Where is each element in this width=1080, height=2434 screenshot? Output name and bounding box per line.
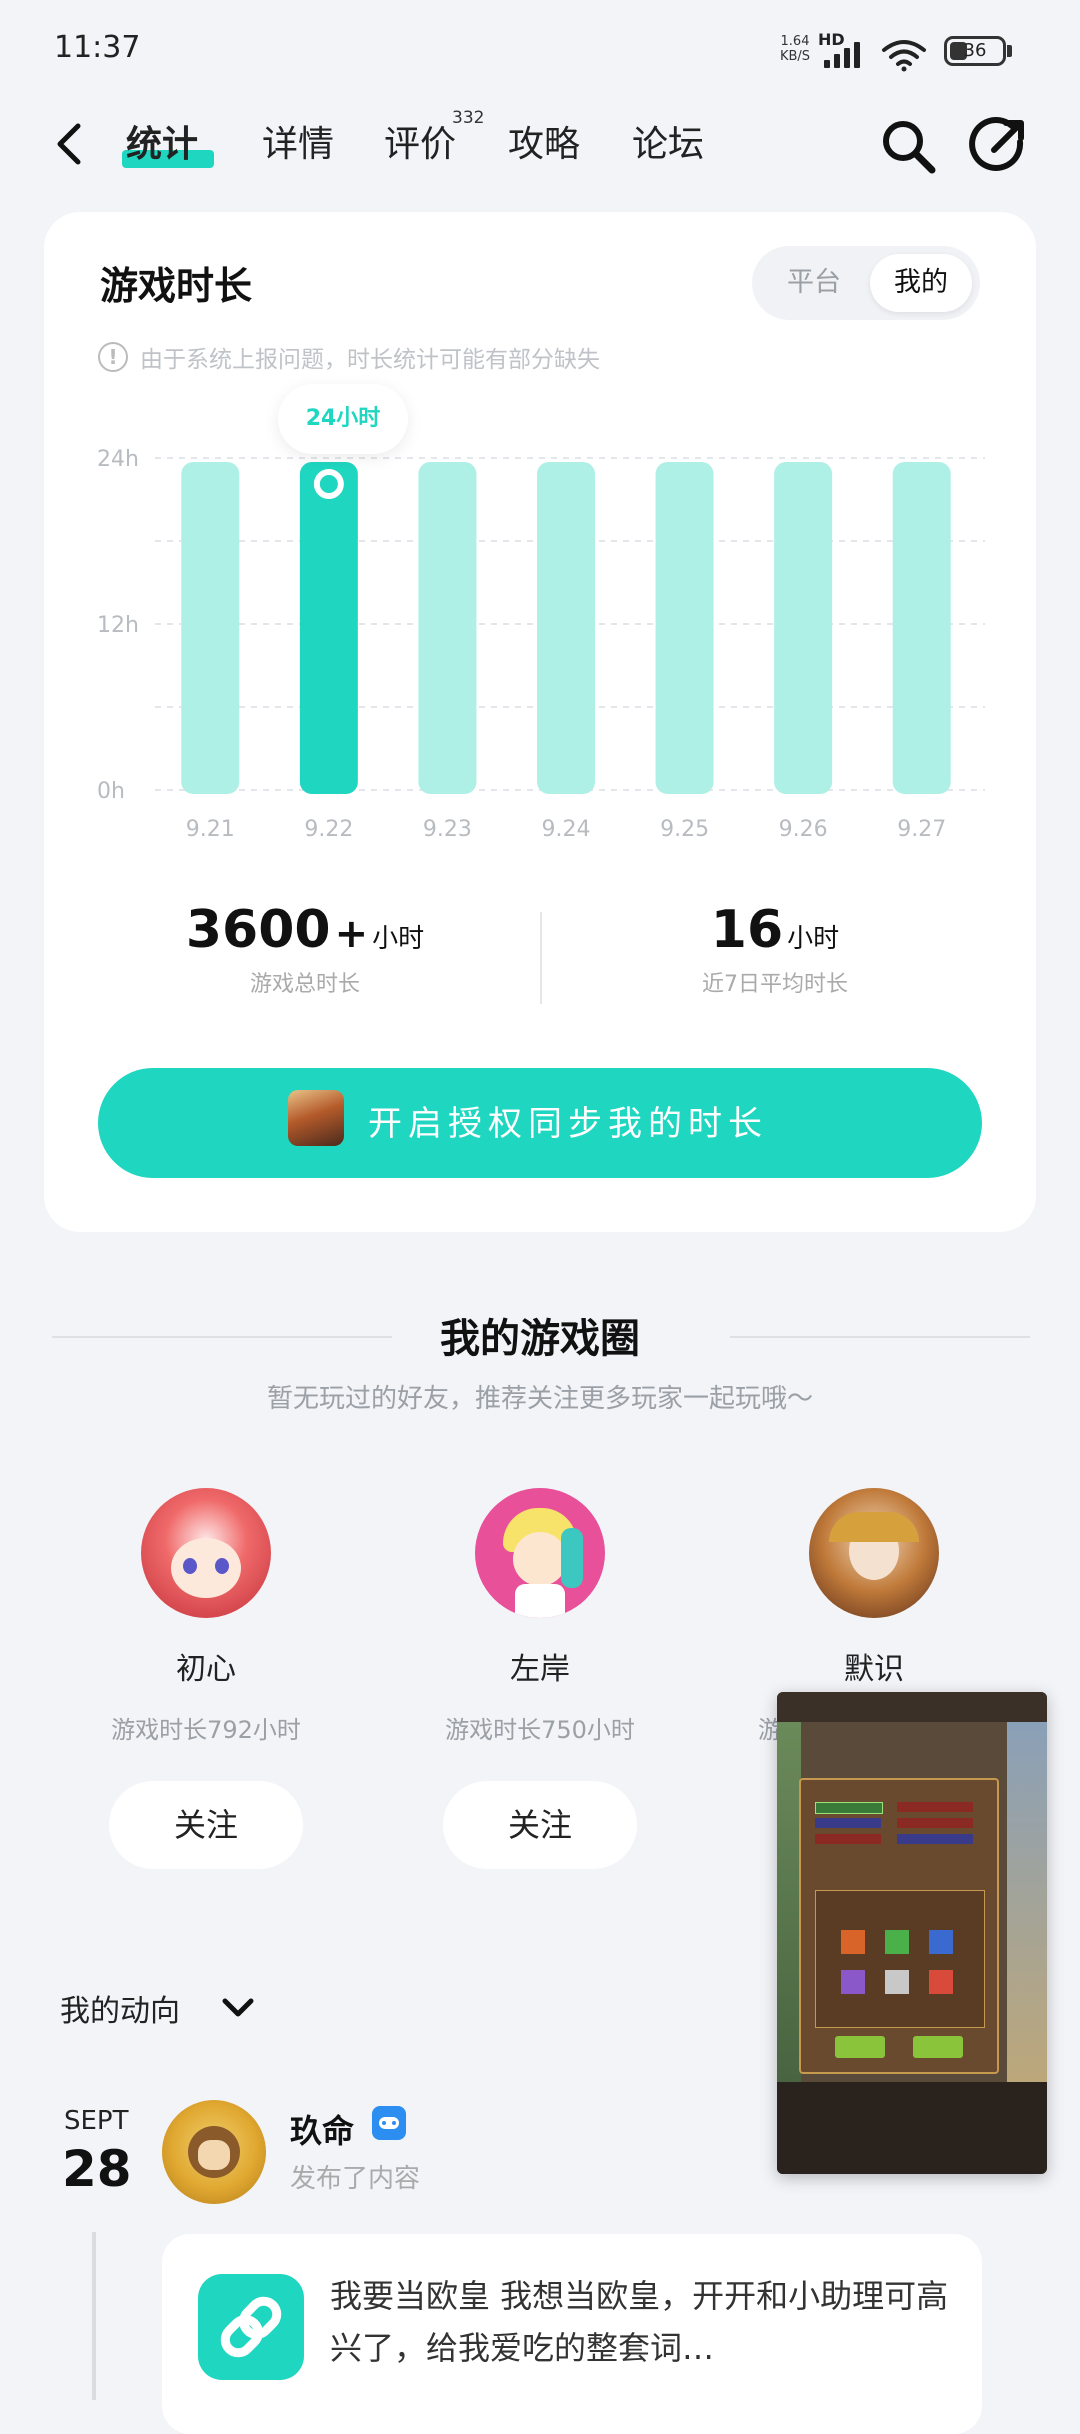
- tab-forum[interactable]: 论坛: [632, 115, 704, 167]
- wifi-icon: [882, 40, 926, 72]
- search-icon[interactable]: [878, 116, 940, 178]
- circle-title: 我的游戏圈: [440, 1316, 640, 1362]
- bar[interactable]: [655, 462, 714, 794]
- tab-details[interactable]: 详情: [262, 115, 334, 167]
- battery-level: 36: [963, 40, 987, 61]
- avatar[interactable]: [475, 1488, 605, 1618]
- bar[interactable]: [299, 462, 358, 794]
- friend-playtime: 游戏时长750小时: [445, 1716, 635, 1744]
- bar[interactable]: [774, 462, 833, 794]
- avg-label: 近7日平均时长: [702, 972, 848, 997]
- scope-toggle: 平台 我的: [752, 246, 980, 320]
- bar-marker: [313, 469, 344, 499]
- toggle-mine[interactable]: 我的: [870, 254, 972, 312]
- back-icon[interactable]: [52, 120, 86, 168]
- total-label: 游戏总时长: [249, 972, 360, 997]
- average-playtime: 16 小时 近7日平均时长: [580, 900, 970, 998]
- network-speed: 1.64 KB/S: [779, 34, 811, 64]
- y-tick-label: 12h: [97, 613, 139, 638]
- x-tick-label: 9.26: [779, 817, 828, 842]
- bar[interactable]: [537, 462, 595, 794]
- floating-game-window[interactable]: [777, 1692, 1047, 2174]
- tab-guides[interactable]: 攻略: [508, 115, 580, 167]
- total-playtime: 3600 + 小时 游戏总时长: [110, 900, 500, 998]
- post-day: 28: [62, 2140, 132, 2198]
- total-plus: +: [334, 911, 369, 957]
- activity-title[interactable]: 我的动向: [60, 1986, 180, 2030]
- tab-stats[interactable]: 统计: [126, 115, 198, 167]
- notice-text: 由于系统上报问题，时长统计可能有部分缺失: [140, 347, 600, 373]
- game-thumbnail: [288, 1090, 344, 1146]
- y-tick-label: 24h: [97, 447, 139, 472]
- avatar[interactable]: [809, 1488, 939, 1618]
- card-title: 游戏时长: [100, 264, 253, 308]
- circle-subtitle: 暂无玩过的好友，推荐关注更多玩家一起玩哦～: [266, 1384, 813, 1414]
- battery-nub: [1007, 45, 1012, 57]
- battery-icon: 36: [944, 36, 1006, 66]
- post-action: 发布了内容: [290, 2164, 421, 2194]
- avg-value: 16: [710, 900, 784, 960]
- friend-name: 左岸: [510, 1652, 570, 1687]
- share-icon[interactable]: [968, 116, 1030, 178]
- toggle-platform[interactable]: 平台: [766, 256, 862, 310]
- total-unit: 小时: [372, 924, 425, 954]
- follow-button[interactable]: 关注: [109, 1781, 303, 1869]
- post-text: 我要当欧皇 我想当欧皇，开开和小助理可高兴了，给我爱吃的整套词…: [330, 2277, 949, 2367]
- bar[interactable]: [892, 462, 951, 794]
- sync-button-label: 开启授权同步我的时长: [368, 1104, 768, 1144]
- friend-playtime: 游戏时长792小时: [111, 1716, 301, 1744]
- sync-playtime-button[interactable]: 开启授权同步我的时长: [98, 1068, 982, 1178]
- link-icon: [198, 2274, 304, 2380]
- follow-button[interactable]: 关注: [443, 1781, 637, 1869]
- summary-divider: [540, 912, 542, 1004]
- bar[interactable]: [418, 462, 477, 794]
- x-tick-label: 9.27: [897, 817, 946, 842]
- x-tick-label: 9.22: [304, 817, 353, 842]
- friend-card: 初心 游戏时长792小时 关注: [46, 1488, 366, 1869]
- total-value: 3600: [185, 900, 331, 960]
- x-tick-label: 9.24: [542, 817, 591, 842]
- x-tick-label: 9.25: [660, 817, 709, 842]
- x-tick-label: 9.21: [186, 817, 235, 842]
- timeline-line: [92, 2232, 96, 2400]
- float-dialog: [799, 1778, 999, 2074]
- post-month: SEPT: [64, 2106, 129, 2136]
- friend-name: 默识: [844, 1652, 904, 1687]
- float-bottom-panel: [777, 2082, 1047, 2174]
- bar[interactable]: [181, 462, 240, 794]
- post-author-name[interactable]: 玖命: [290, 2106, 354, 2152]
- review-count: 332: [452, 108, 485, 128]
- chart-tooltip: 24小时: [278, 384, 408, 454]
- tab-reviews[interactable]: 评价: [384, 115, 456, 167]
- chevron-down-icon[interactable]: [220, 1996, 256, 2020]
- y-tick-label: 0h: [97, 779, 125, 804]
- signal-icon: [824, 40, 870, 68]
- friend-card: 左岸 游戏时长750小时 关注: [380, 1488, 700, 1869]
- post-card[interactable]: 我要当欧皇 我想当欧皇，开开和小助理可高兴了，给我爱吃的整套词…: [162, 2234, 982, 2434]
- x-tick-label: 9.23: [423, 817, 472, 842]
- status-time: 11:37: [54, 30, 141, 65]
- game-badge-icon: [372, 2106, 406, 2140]
- playtime-chart: 0h 12h 24h 9.21 9.22 9.23 9.24 9.25 9.26 9.27: [97, 447, 985, 842]
- avg-unit: 小时: [787, 924, 840, 954]
- avatar[interactable]: [141, 1488, 271, 1618]
- friend-name: 初心: [176, 1652, 236, 1687]
- post-author-avatar[interactable]: [162, 2100, 266, 2204]
- info-icon: !: [98, 342, 128, 372]
- float-window-bar: [777, 1692, 1047, 1722]
